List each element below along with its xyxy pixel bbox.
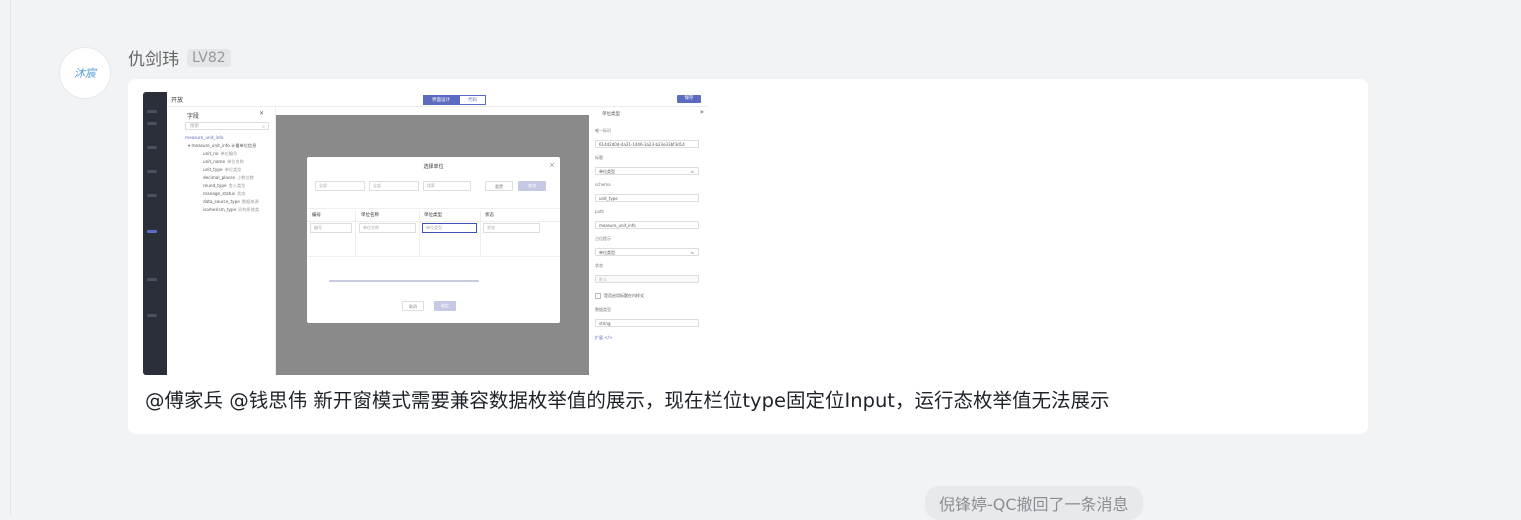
- grid-cell[interactable]: 单位名称: [359, 223, 416, 233]
- horizontal-scrollbar[interactable]: [329, 280, 479, 282]
- app-title: 开放: [171, 97, 184, 104]
- query-button[interactable]: 查询: [518, 181, 546, 191]
- path-field[interactable]: measure_unit_info: [595, 221, 699, 229]
- tree-field[interactable]: round_type 舍入类型: [185, 182, 275, 190]
- message-bubble: 开放 界面设计 代码 保存 × 字段 ✕ 搜索 ⌕ measure_unit_i…: [128, 79, 1368, 434]
- column-header: 单位类型: [424, 213, 442, 218]
- save-button[interactable]: 保存: [677, 95, 701, 103]
- props-header: 单位类型: [602, 112, 620, 117]
- expand-icon[interactable]: »: [700, 108, 704, 116]
- column-header: 编号: [312, 213, 321, 218]
- tree-field[interactable]: manage_status 状态: [185, 190, 275, 198]
- sender-row: 仇剑玮 LV82: [128, 45, 231, 70]
- level-badge: LV82: [187, 48, 231, 67]
- reset-button[interactable]: 重置: [485, 181, 513, 191]
- message-text: @傅家兵 @钱思伟 新开窗模式需要兼容数据枚举值的展示，现在栏位type固定位I…: [145, 389, 1110, 412]
- tab-design[interactable]: 界面设计: [423, 95, 459, 105]
- prop-label: 占位提示: [595, 236, 611, 241]
- placeholder-field[interactable]: 单位类型 ⇆: [595, 248, 699, 256]
- avatar[interactable]: 沐宸: [59, 47, 111, 99]
- mode-tabs: 界面设计 代码: [423, 95, 486, 105]
- schema-field[interactable]: unit_type: [595, 194, 699, 202]
- prop-label: path: [595, 209, 605, 214]
- design-canvas: 选择单位 × 全部 全部 搜索 重置 查询 编号 单位名称 单位类型 状态 编号…: [276, 107, 589, 375]
- field-panel: 字段 ✕ 搜索 ⌕ measure_unit_info ▾ measure_un…: [167, 107, 276, 375]
- app-left-rail: [143, 92, 167, 375]
- avatar-text: 沐宸: [74, 67, 96, 80]
- tree-root[interactable]: measure_unit_info: [185, 134, 275, 142]
- confirm-button[interactable]: 确定: [434, 301, 456, 311]
- prop-label: 状态: [595, 263, 603, 268]
- tree-field[interactable]: unit_name 单位名称: [185, 158, 275, 166]
- datatype-select[interactable]: string: [595, 319, 699, 327]
- grid-cell[interactable]: 状态: [483, 223, 540, 233]
- select-unit-dialog: 选择单位 × 全部 全部 搜索 重置 查询 编号 单位名称 单位类型 状态 编号…: [307, 157, 560, 323]
- prop-label: 数据类型: [595, 307, 611, 312]
- properties-panel: 单位类型 » 唯一标识 614d2d0d-4a31-1446-3a23-b23e…: [590, 107, 708, 375]
- prop-label: 标题: [595, 155, 603, 160]
- sender-name[interactable]: 仇剑玮: [128, 45, 179, 70]
- filter-search-input[interactable]: 搜索: [423, 181, 471, 191]
- chat-area: 沐宸 仇剑玮 LV82 开放 界面设计 代码 保存 字段 ✕ 搜索 ⌕ meas…: [10, 0, 1521, 520]
- id-field[interactable]: 614d2d0d-4a31-1446-3a23-b23e33bf3d14: [595, 140, 699, 148]
- prop-label: 唯一标识: [595, 128, 611, 133]
- field-search-input[interactable]: 搜索 ⌕: [185, 122, 269, 130]
- tree-field[interactable]: unit_no 单位编号: [185, 150, 275, 158]
- extend-link[interactable]: 扩展 </>: [595, 335, 612, 341]
- style-checkbox[interactable]: 是否启用标题在内样式: [595, 293, 644, 299]
- dialog-close-icon[interactable]: ×: [549, 161, 555, 169]
- tree-field[interactable]: decimal_places 小数位数: [185, 174, 275, 182]
- column-header: 单位名称: [361, 213, 379, 218]
- field-panel-title: 字段: [187, 113, 200, 120]
- title-field[interactable]: 单位类型 ⇆: [595, 167, 699, 175]
- pin-icon[interactable]: ✕: [259, 110, 264, 117]
- tree-field[interactable]: data_source_type 数据来源: [185, 198, 275, 206]
- filter-select[interactable]: 全部: [369, 181, 419, 191]
- status-select[interactable]: 默认: [595, 275, 699, 283]
- tree-field[interactable]: unit_type 单位类型: [185, 166, 275, 174]
- filter-select[interactable]: 全部: [315, 181, 365, 191]
- cancel-button[interactable]: 取消: [402, 301, 424, 311]
- tab-code[interactable]: 代码: [459, 95, 486, 105]
- grid-cell-selected[interactable]: 单位类型: [422, 223, 477, 233]
- column-header: 状态: [485, 213, 494, 218]
- dialog-title: 选择单位: [423, 164, 444, 170]
- grid-cell[interactable]: 编号: [310, 223, 352, 233]
- field-tree: measure_unit_info ▾ measure_unit_info 计量…: [185, 134, 275, 214]
- prop-label: schema: [595, 182, 611, 187]
- app-topbar: 开放 界面设计 代码 保存 ×: [167, 92, 708, 107]
- tree-group[interactable]: ▾ measure_unit_info 计量单位信息: [185, 142, 275, 150]
- search-icon: ⌕: [262, 124, 265, 130]
- tree-field[interactable]: isomerism_type 异构系统类: [185, 206, 275, 214]
- screenshot-image[interactable]: 开放 界面设计 代码 保存 × 字段 ✕ 搜索 ⌕ measure_unit_i…: [143, 92, 708, 375]
